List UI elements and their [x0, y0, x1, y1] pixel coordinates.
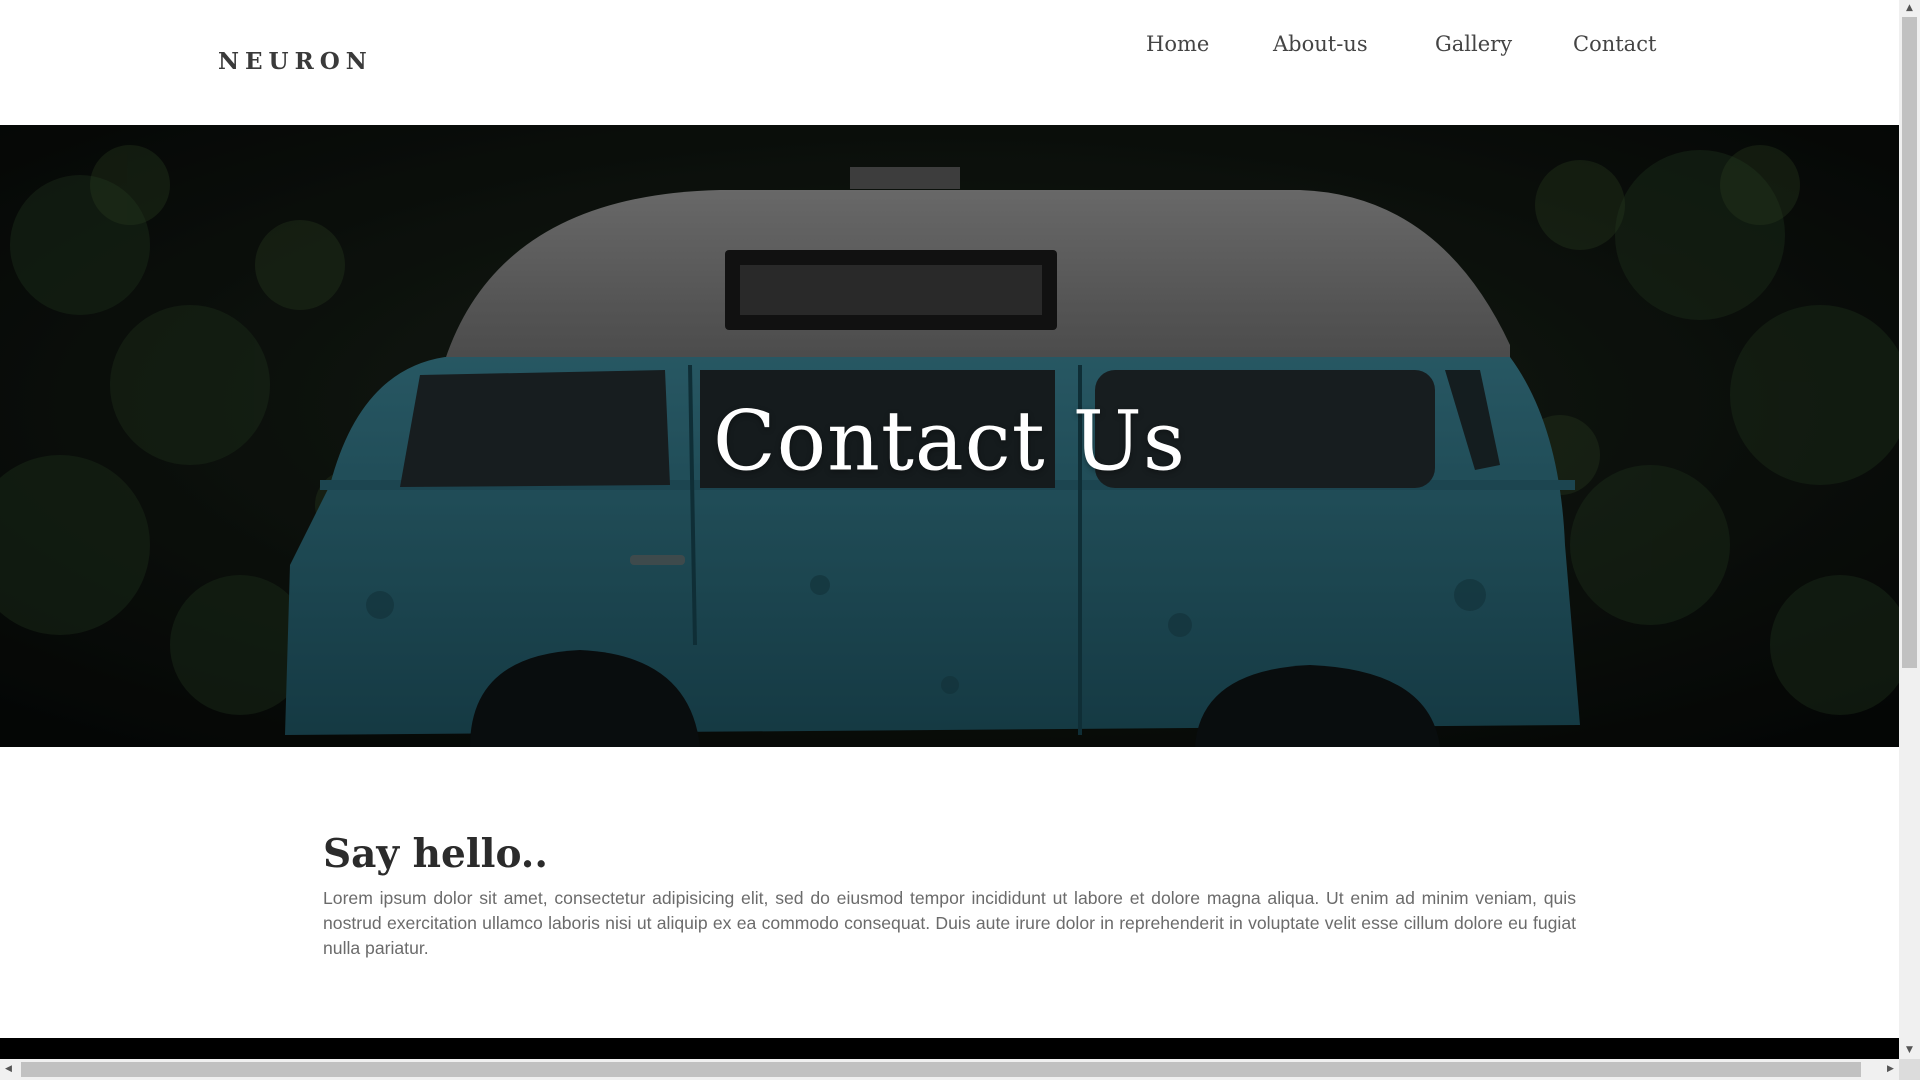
nav-about-link[interactable]: About-us [1273, 32, 1368, 56]
triangle-left-icon[interactable]: ◀ [0, 1059, 17, 1080]
triangle-down-icon[interactable]: ▼ [1899, 1042, 1920, 1059]
page-viewport: NEURON Home About-us Gallery Contact Con… [0, 0, 1899, 1059]
triangle-right-icon[interactable]: ▶ [1882, 1059, 1899, 1080]
horizontal-scrollbar[interactable]: ◀ ▶ [0, 1059, 1899, 1080]
hero-banner: Contact Us [0, 125, 1899, 747]
scrollbar-corner [1899, 1059, 1920, 1080]
section-heading: Say hello.. [323, 831, 548, 877]
vertical-scrollbar[interactable]: ▲ ▼ [1899, 0, 1920, 1059]
site-header: NEURON Home About-us Gallery Contact [0, 0, 1899, 125]
section-body-text: Lorem ipsum dolor sit amet, consectetur … [323, 888, 1576, 958]
hero-title: Contact Us [713, 394, 1186, 490]
vertical-scroll-thumb[interactable] [1902, 17, 1917, 668]
say-hello-section: Say hello.. Lorem ipsum dolor sit amet, … [323, 830, 1576, 961]
horizontal-scroll-thumb[interactable] [21, 1062, 1861, 1077]
triangle-up-icon[interactable]: ▲ [1899, 0, 1920, 17]
footer-bar [0, 1038, 1899, 1059]
brand-logo[interactable]: NEURON [218, 48, 373, 75]
nav-home-link[interactable]: Home [1146, 32, 1209, 56]
nav-contact-link[interactable]: Contact [1573, 32, 1656, 56]
nav-gallery-link[interactable]: Gallery [1435, 32, 1512, 56]
